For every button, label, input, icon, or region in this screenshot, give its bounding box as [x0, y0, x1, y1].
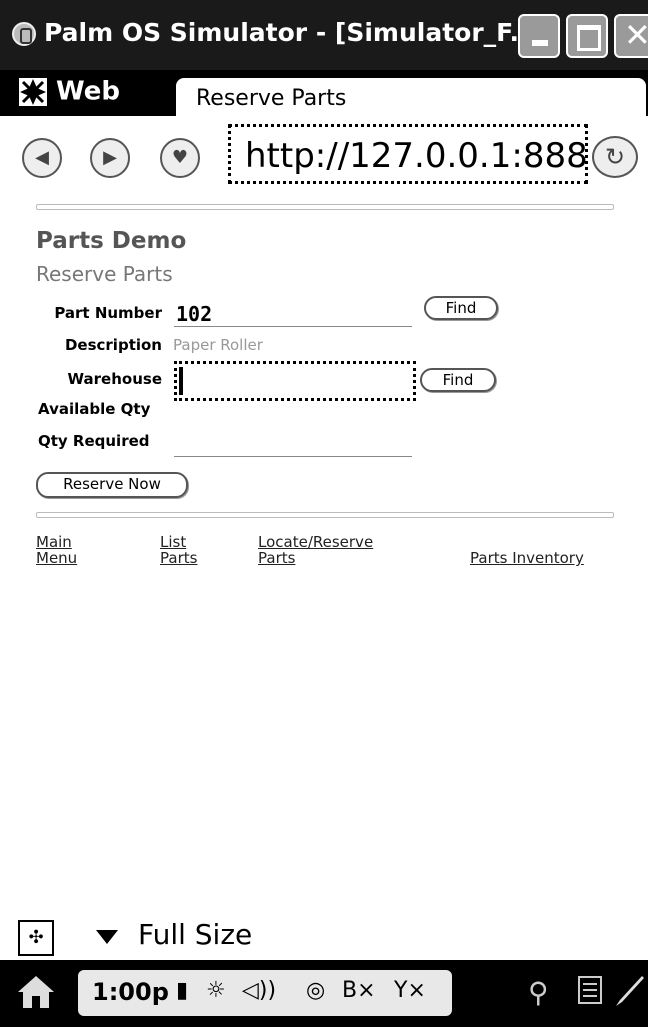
reserve-now-button[interactable]: Reserve Now — [36, 472, 188, 498]
bluetooth-icon[interactable]: B× — [342, 978, 376, 1003]
minimize-button[interactable] — [518, 14, 560, 58]
description-label: Description — [64, 336, 162, 354]
full-size-bar: ✣ Full Size — [0, 910, 648, 960]
part-number-value: 102 — [176, 302, 213, 326]
close-button[interactable]: ✕ — [614, 14, 648, 58]
search-icon[interactable]: ⚲ — [528, 976, 549, 1009]
list-parts-link-line2: Parts — [160, 549, 198, 567]
palm-simulator-window: Palm OS Simulator - [Simulator_F... ✕ We… — [0, 0, 648, 1027]
available-qty-label: Available Qty — [38, 400, 151, 418]
warehouse-input[interactable] — [174, 361, 416, 401]
description-value: Paper Roller — [173, 336, 263, 354]
maximize-button[interactable] — [566, 14, 608, 58]
reload-button[interactable]: ↻ — [592, 136, 638, 178]
forward-arrow-icon: ▶ — [103, 147, 117, 168]
full-size-label[interactable]: Full Size — [138, 918, 252, 951]
main-menu-link-line2: Menu — [36, 549, 78, 567]
status-indicators[interactable]: 1:00p ▮ ☼ ◁)) ◎ B× Y× — [78, 970, 452, 1016]
pen-icon[interactable] — [612, 974, 646, 1008]
palm-status-bar: 1:00p ▮ ☼ ◁)) ◎ B× Y× ⚲ — [0, 960, 648, 1027]
browser-content: ◀ ▶ ♥ http://127.0.0.1:888 ↻ Parts Demo … — [0, 116, 648, 910]
reload-icon: ↻ — [604, 143, 626, 171]
part-number-label: Part Number — [54, 304, 162, 322]
locate-reserve-parts-link[interactable]: Locate/Reserve Parts — [258, 534, 373, 566]
find-part-button[interactable]: Find — [424, 296, 498, 320]
antenna-icon[interactable]: Y× — [394, 978, 426, 1003]
warehouse-label: Warehouse — [67, 370, 162, 388]
qty-required-label: Qty Required — [38, 432, 150, 450]
favorites-button[interactable]: ♥ — [160, 138, 200, 178]
close-icon: ✕ — [624, 16, 648, 54]
page-title: Parts Demo — [36, 228, 187, 254]
window-title: Palm OS Simulator - [Simulator_F... — [44, 18, 539, 47]
web-app-tab-label: Web — [56, 76, 120, 107]
web-compass-icon — [18, 77, 48, 107]
heart-icon: ♥ — [171, 147, 189, 168]
locate-reserve-link-line2: Parts — [258, 549, 296, 567]
battery-icon: ▮ — [176, 978, 189, 1003]
move-icon[interactable]: ✣ — [18, 920, 54, 956]
main-menu-link[interactable]: Main Menu — [36, 534, 77, 566]
bottom-divider — [36, 512, 614, 518]
qty-required-input[interactable] — [174, 456, 412, 457]
list-parts-link[interactable]: List Parts — [160, 534, 197, 566]
url-text: http://127.0.0.1:888 — [245, 136, 588, 176]
back-button[interactable]: ◀ — [22, 138, 62, 178]
window-title-bar[interactable]: Palm OS Simulator - [Simulator_F... ✕ — [0, 0, 648, 70]
parts-inventory-link[interactable]: Parts Inventory — [470, 550, 584, 566]
web-app-tab[interactable]: Web — [18, 76, 120, 114]
clock[interactable]: 1:00p — [92, 978, 169, 1006]
text-caret — [179, 367, 183, 395]
home-icon[interactable] — [14, 970, 58, 1014]
menu-icon[interactable] — [578, 976, 602, 1004]
brightness-icon[interactable]: ☼ — [206, 978, 226, 1003]
find-warehouse-button[interactable]: Find — [420, 368, 496, 392]
dropdown-triangle-icon[interactable] — [96, 930, 118, 944]
volume-icon[interactable]: ◁)) — [242, 978, 276, 1003]
top-divider — [36, 204, 614, 210]
back-arrow-icon: ◀ — [35, 147, 49, 168]
page-subtitle: Reserve Parts — [36, 262, 173, 286]
browser-tab-bar: Web Reserve Parts — [0, 70, 648, 124]
forward-button[interactable]: ▶ — [90, 138, 130, 178]
url-field[interactable]: http://127.0.0.1:888 — [228, 124, 588, 184]
network-icon[interactable]: ◎ — [306, 978, 325, 1003]
part-number-input[interactable] — [174, 326, 412, 327]
list-parts-link-line1: List — [160, 533, 187, 551]
page-tab-label: Reserve Parts — [196, 86, 347, 111]
main-menu-link-line1: Main — [36, 533, 72, 551]
locate-reserve-link-line1: Locate/Reserve — [258, 533, 374, 551]
palm-app-icon — [12, 22, 36, 46]
